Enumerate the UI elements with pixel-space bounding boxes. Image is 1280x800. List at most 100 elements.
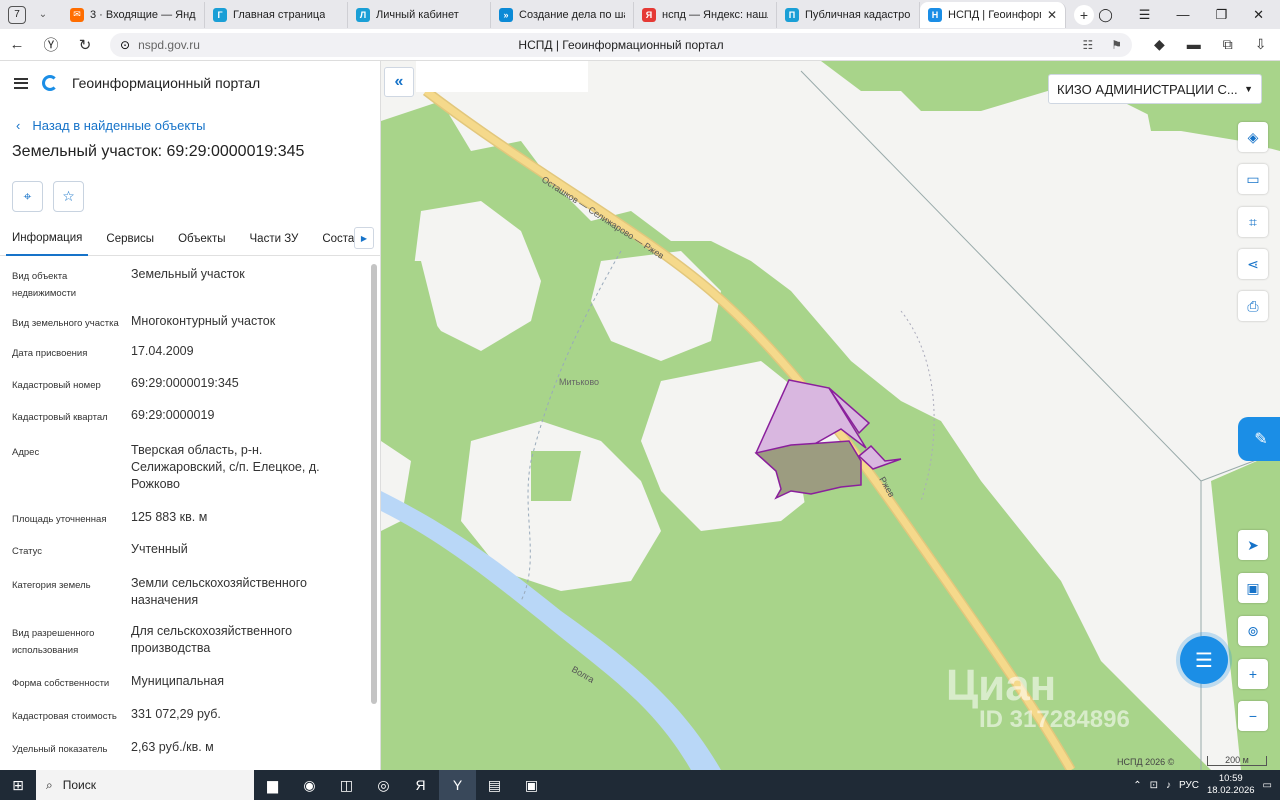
star-icon: ☆ bbox=[62, 188, 75, 204]
minimap-button[interactable]: ▣ bbox=[1238, 573, 1268, 603]
attribute-key: Адрес bbox=[12, 447, 40, 458]
bookmark-icon[interactable]: ⚑ bbox=[1111, 38, 1122, 52]
menu-icon[interactable]: ☰ bbox=[1139, 7, 1151, 23]
select-area-button[interactable]: ⌗ bbox=[1238, 207, 1268, 237]
chat-bubble-icon: ☰ bbox=[1195, 649, 1213, 672]
new-tab-button[interactable]: + bbox=[1074, 4, 1094, 25]
site-info-icon[interactable]: ⊙ bbox=[120, 38, 130, 52]
zoom-out-button[interactable]: − bbox=[1238, 701, 1268, 731]
browser-tab[interactable]: ✉ 3 · Входящие — Яндекс bbox=[62, 1, 205, 28]
restore-icon[interactable]: ❐ bbox=[1215, 7, 1227, 23]
chat-button[interactable]: ☰ bbox=[1180, 636, 1228, 684]
attribute-key: Статус bbox=[12, 546, 43, 557]
tab-counter[interactable]: 7 bbox=[8, 5, 26, 24]
tab-label: Главная страница bbox=[233, 8, 326, 21]
attribute-value: Многоконтурный участок bbox=[131, 314, 276, 328]
layers-button[interactable]: ◈ bbox=[1238, 122, 1268, 152]
measure-button[interactable]: ▭ bbox=[1238, 164, 1268, 194]
minimize-icon[interactable]: — bbox=[1176, 7, 1189, 22]
reader-icon[interactable]: ☷ bbox=[1082, 38, 1093, 52]
collections-icon[interactable]: ⧉ bbox=[1223, 36, 1233, 53]
geolocate-button[interactable]: ➤ bbox=[1238, 530, 1268, 560]
tabs-scroll-right-button[interactable]: ▶ bbox=[354, 227, 374, 249]
locate-point-button[interactable]: ⊚ bbox=[1238, 616, 1268, 646]
favorite-button[interactable]: ☆ bbox=[53, 181, 84, 212]
edge-icon[interactable]: ◉ bbox=[291, 770, 328, 800]
tabs-dropdown-icon[interactable]: ⌄ bbox=[32, 9, 54, 20]
taskbar-search[interactable]: ⌕ Поиск bbox=[36, 770, 254, 800]
outlook-icon[interactable]: ◫ bbox=[328, 770, 365, 800]
hamburger-menu-icon[interactable] bbox=[14, 77, 28, 89]
back-icon[interactable]: ← bbox=[0, 36, 34, 53]
attribute-row: Вид объекта недвижимости Земельный участо… bbox=[0, 266, 368, 302]
protect-icon[interactable]: ▬ bbox=[1187, 36, 1201, 53]
attribute-row: Вид земельного участка Многоконтурный уча… bbox=[0, 313, 368, 332]
attribute-row: Кадастровый квартал 69:29:0000019 bbox=[0, 407, 368, 426]
browser-tab[interactable]: Янспд — Яндекс: нашлось bbox=[634, 1, 777, 28]
tab-information[interactable]: Информация bbox=[6, 222, 89, 256]
downloads-icon[interactable]: ⇩ bbox=[1255, 36, 1267, 53]
windows-start-icon[interactable]: ⊞ bbox=[0, 777, 36, 794]
chrome-icon[interactable]: ◎ bbox=[365, 770, 402, 800]
notifications-icon[interactable]: ▭ bbox=[1263, 780, 1272, 791]
chevron-left-icon: ‹ bbox=[16, 117, 21, 133]
attribute-value: Для сельскохозяйственного производства bbox=[131, 624, 293, 655]
zoom-to-object-button[interactable]: ⌖ bbox=[12, 181, 43, 212]
profile-icon[interactable]: ◯ bbox=[1098, 7, 1113, 23]
clock[interactable]: 10:59 18.02.2026 bbox=[1207, 773, 1255, 797]
attribute-row: Адрес Тверская область, р-н. Селижаровски… bbox=[0, 442, 368, 493]
tray-chevron-icon[interactable]: ⌃ bbox=[1133, 780, 1141, 791]
map-search-area bbox=[416, 61, 588, 92]
locate-pin-icon: ⊚ bbox=[1247, 622, 1259, 639]
map-scale: 200 м bbox=[1207, 756, 1267, 766]
zoom-in-button[interactable]: + bbox=[1238, 659, 1268, 689]
tab-active[interactable]: Н НСПД | Геоинформационный ✕ bbox=[920, 1, 1066, 28]
close-tab-icon[interactable]: ✕ bbox=[1047, 8, 1057, 22]
browser-tab[interactable]: П Публичная кадастровая bbox=[777, 1, 920, 28]
tab-favicon-icon: Л bbox=[356, 7, 370, 22]
reload-icon[interactable]: ↻ bbox=[68, 36, 102, 54]
attribute-key: Категория земель bbox=[12, 580, 91, 591]
attribute-key: Кадастровая стоимость bbox=[12, 711, 117, 722]
yandex-browser-icon[interactable]: Y bbox=[439, 770, 476, 800]
layer-select[interactable]: КИЗО АДМИНИСТРАЦИИ С... ▼ bbox=[1048, 74, 1262, 104]
attribute-row: Вид разрешенного использования Для сельск… bbox=[0, 623, 368, 659]
collapse-panel-button[interactable]: « bbox=[384, 67, 414, 97]
tab-label: Публичная кадастровая bbox=[805, 8, 911, 21]
yandex-icon[interactable]: Ⓨ bbox=[34, 34, 68, 55]
minimap-icon: ▣ bbox=[1246, 579, 1260, 596]
share-button[interactable]: ⋖ bbox=[1238, 249, 1268, 279]
tab-parts[interactable]: Части ЗУ bbox=[238, 222, 311, 256]
network-icon[interactable]: ⊡ bbox=[1150, 780, 1158, 791]
print-button[interactable]: ⎙ bbox=[1238, 291, 1268, 321]
panel-scrollbar[interactable] bbox=[371, 264, 377, 704]
attribute-row: Статус Учтенный bbox=[0, 541, 368, 560]
back-to-results-link[interactable]: ‹ Назад в найденные объекты bbox=[0, 113, 380, 137]
tab-services[interactable]: Сервисы bbox=[94, 222, 166, 256]
yandex-app-icon[interactable]: Я bbox=[402, 770, 439, 800]
map-canvas[interactable]: Осташков — Селижарово — Ржев Ржев Митько… bbox=[381, 61, 1280, 770]
attribute-key: Форма собственности bbox=[12, 678, 110, 689]
window-controls: ◯ ☰ — ❐ ✕ bbox=[1098, 7, 1280, 23]
volume-icon[interactable]: ♪ bbox=[1166, 780, 1171, 791]
browser-tab[interactable]: Г Главная страница bbox=[205, 1, 348, 28]
extension-icon[interactable]: ◆ bbox=[1154, 36, 1165, 53]
attribute-value: 2,63 руб./кв. м bbox=[131, 740, 214, 754]
share-icon: ⋖ bbox=[1247, 255, 1259, 272]
info-tabs: Информация Сервисы Объекты Части ЗУ Сост… bbox=[0, 222, 380, 256]
clock-date: 18.02.2026 bbox=[1207, 785, 1255, 796]
app-icon[interactable]: ▣ bbox=[513, 770, 550, 800]
layers-icon: ◈ bbox=[1247, 128, 1259, 145]
feedback-side-button[interactable]: ✎ bbox=[1238, 417, 1280, 461]
notes-icon[interactable]: ▤ bbox=[476, 770, 513, 800]
tab-objects[interactable]: Объекты bbox=[166, 222, 237, 256]
browser-tab[interactable]: » Создание дела по шаблону bbox=[491, 1, 634, 28]
attribute-key: Удельный показатель bbox=[12, 744, 108, 755]
map-view[interactable]: Осташков — Селижарово — Ржев Ржев Митько… bbox=[381, 61, 1280, 770]
explorer-icon[interactable]: ▆ bbox=[254, 770, 291, 800]
browser-tab[interactable]: Л Личный кабинет bbox=[348, 1, 491, 28]
address-bar: ← Ⓨ ↻ ⊙ nspd.gov.ru НСПД | Геоинформацио… bbox=[0, 29, 1280, 61]
url-field[interactable]: ⊙ nspd.gov.ru НСПД | Геоинформационный п… bbox=[110, 32, 1132, 57]
close-window-icon[interactable]: ✕ bbox=[1253, 7, 1264, 23]
language-indicator[interactable]: РУС bbox=[1179, 780, 1199, 791]
